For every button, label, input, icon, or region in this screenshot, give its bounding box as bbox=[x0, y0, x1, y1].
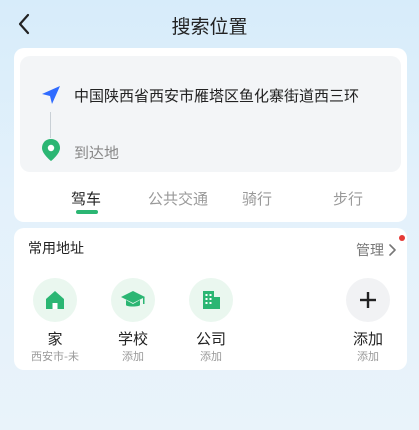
route-input-panel: 中国陕西省西安市雁塔区鱼化寨街道西三环 到达地 bbox=[20, 56, 401, 172]
shortcut-home[interactable]: 家 西安市-未 bbox=[20, 278, 90, 363]
shortcut-company[interactable]: 公司 添加 bbox=[176, 278, 246, 363]
shortcut-label: 家 bbox=[47, 330, 63, 348]
section-title: 常用地址 bbox=[28, 241, 84, 257]
manage-label: 管理 bbox=[356, 243, 384, 259]
plus-icon bbox=[360, 292, 376, 308]
office-building-icon bbox=[203, 291, 220, 309]
home-icon bbox=[46, 291, 64, 309]
tab-cycling[interactable]: 骑行 bbox=[217, 188, 297, 209]
header-bar: 搜索位置 bbox=[0, 0, 419, 52]
tab-walking[interactable]: 步行 bbox=[308, 188, 388, 209]
add-icon-circle bbox=[346, 278, 390, 322]
active-tab-indicator bbox=[76, 210, 98, 214]
school-icon-circle bbox=[111, 278, 155, 322]
shortcut-school[interactable]: 学校 添加 bbox=[98, 278, 168, 363]
shortcut-sub: 西安市-未 bbox=[31, 350, 79, 363]
route-connector-line bbox=[50, 112, 51, 138]
destination-field[interactable]: 到达地 bbox=[74, 142, 119, 163]
home-icon-circle bbox=[33, 278, 77, 322]
location-pin-icon bbox=[42, 139, 60, 161]
origin-field[interactable]: 中国陕西省西安市雁塔区鱼化寨街道西三环 bbox=[74, 85, 359, 106]
page-title: 搜索位置 bbox=[171, 16, 248, 38]
shortcut-label: 公司 bbox=[195, 330, 226, 348]
shortcut-sub: 添加 bbox=[200, 350, 222, 363]
navigation-arrow-icon bbox=[42, 86, 60, 104]
route-card: 中国陕西省西安市雁塔区鱼化寨街道西三环 到达地 驾车 公共交通 骑行 步行 bbox=[14, 48, 407, 222]
tab-public-transit[interactable]: 公共交通 bbox=[138, 188, 218, 209]
shortcut-label: 学校 bbox=[117, 330, 148, 348]
shortcut-sub: 添加 bbox=[357, 350, 379, 363]
manage-button[interactable]: 管理 bbox=[356, 240, 397, 260]
tab-drive[interactable]: 驾车 bbox=[46, 188, 126, 209]
frequent-addresses-card: 常用地址 管理 家 西安市-未 学校 添加 公司 添加 添加 添加 bbox=[14, 228, 407, 370]
notification-dot bbox=[399, 235, 405, 241]
shortcut-sub: 添加 bbox=[122, 350, 144, 363]
shortcut-label: 添加 bbox=[352, 330, 383, 348]
shortcut-add[interactable]: 添加 添加 bbox=[333, 278, 403, 363]
company-icon-circle bbox=[189, 278, 233, 322]
chevron-right-icon bbox=[389, 244, 396, 256]
graduation-cap-icon bbox=[121, 291, 145, 307]
